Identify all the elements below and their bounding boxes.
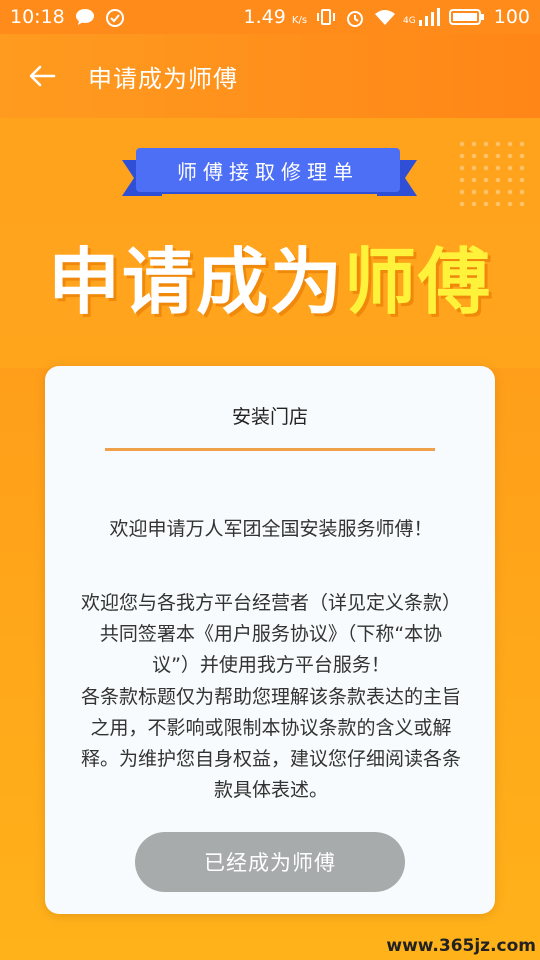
signal-indicator: 4G [403,8,440,26]
battery-level: 100 [493,6,530,28]
network-speed: 1.49 K/s [244,6,308,28]
hero-banner: 师傅接取修理单 申请成为师傅 [0,118,540,368]
watermark: www.365jz.com [386,936,536,956]
welcome-paragraph: 欢迎申请万人军团全国安装服务师傅！ [109,518,433,540]
decorative-dots [456,138,526,208]
agreement-paragraph: 欢迎您与各我方平台经营者（详见定义条款）共同签署本《用户服务协议》（下称“本协议… [81,592,462,676]
check-circle-icon [105,8,125,27]
network-speed-unit: K/s [291,15,308,26]
already-master-button[interactable]: 已经成为师傅 [135,832,405,892]
hero-title: 申请成为师傅 [0,223,540,328]
hero-title-highlight: 师傅 [344,240,493,324]
network-type: 4G [403,16,416,26]
status-time: 10:18 [10,6,65,28]
back-arrow-icon [29,65,56,87]
heading-divider [105,448,435,451]
ribbon-text: 师傅接取修理单 [136,148,400,192]
card-heading: 安装门店 [231,406,308,428]
ribbon-badge: 师傅接取修理单 [122,148,417,202]
message-icon [75,8,95,26]
page-title: 申请成为师傅 [88,64,238,93]
vibrate-icon [316,8,336,26]
battery-icon [448,8,485,26]
app-bar: 申请成为师傅 [0,34,540,118]
wifi-icon [374,8,396,26]
alarm-icon [345,8,365,27]
signal-icon [418,8,440,26]
terms-paragraph: 各条款标题仅为帮助您理解该条款表达的主旨之用，不影响或限制本协议条款的含义或解释… [81,686,462,801]
status-bar: 10:18 1.49 K/s 4G 100 [0,0,540,34]
back-button[interactable] [20,54,64,98]
network-speed-value: 1.49 [243,6,286,28]
hero-title-prefix: 申请成为 [47,240,344,324]
application-card: 安装门店 欢迎申请万人军团全国安装服务师傅！ 欢迎您与各我方平台经营者（详见定义… [45,366,495,914]
